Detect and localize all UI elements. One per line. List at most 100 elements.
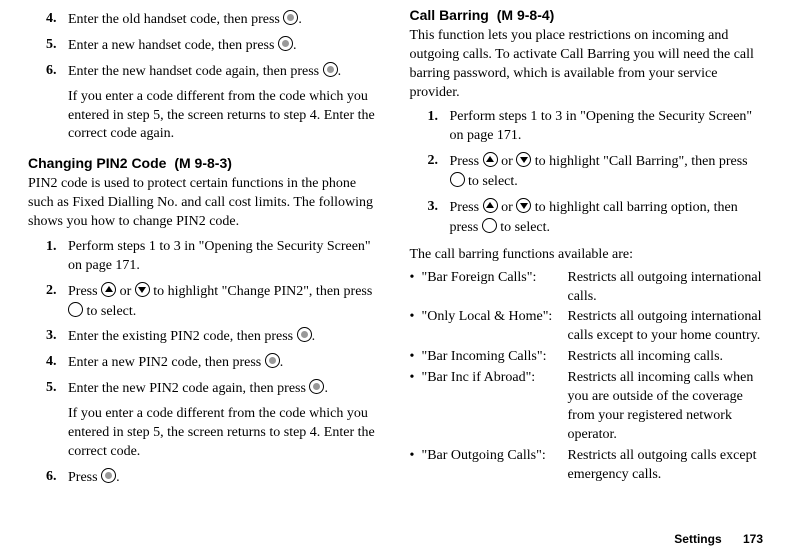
note-code-mismatch: If you enter a code different from the c… — [68, 88, 382, 145]
step-number: 1. — [428, 108, 450, 146]
ok-button-icon — [323, 62, 338, 77]
step-number: 6. — [46, 62, 68, 82]
text: to select. — [468, 174, 518, 189]
right-column: Call Barring (M 9-8-4) This function let… — [410, 4, 764, 490]
footer-section: Settings — [674, 532, 721, 546]
intro-pin2: PIN2 code is used to protect certain fun… — [28, 175, 382, 232]
heading-text: Call Barring — [410, 7, 489, 23]
text: Enter a new PIN2 code, then press — [68, 355, 265, 370]
item-label: "Bar Foreign Calls": — [422, 269, 568, 307]
step-number: 5. — [46, 36, 68, 56]
step-2-highlight-call-barring: 2. Press or to highlight "Call Barring",… — [428, 152, 764, 192]
text: Press — [68, 284, 101, 299]
step-1-open-security: 1. Perform steps 1 to 3 in "Opening the … — [46, 238, 382, 276]
text: Enter the old handset code, then press — [68, 12, 283, 27]
page-footer: Settings 173 — [674, 531, 763, 547]
period: . — [298, 12, 302, 27]
ok-button-icon — [265, 353, 280, 368]
period: . — [116, 470, 120, 485]
item-desc: Restricts all outgoing international cal… — [568, 308, 764, 346]
bullet-dot: • — [410, 269, 422, 307]
bullet-dot: • — [410, 369, 422, 445]
text: to highlight "Call Barring", then press — [535, 154, 748, 169]
down-arrow-icon — [135, 282, 150, 297]
step-number: 2. — [428, 152, 450, 192]
item-label: "Bar Inc if Abroad": — [422, 369, 568, 445]
item-only-local-home: • "Only Local & Home": Restricts all out… — [410, 308, 764, 346]
item-label: "Bar Incoming Calls": — [422, 348, 568, 367]
heading-changing-pin2: Changing PIN2 Code (M 9-8-3) — [28, 154, 382, 173]
bullet-dot: • — [410, 348, 422, 367]
text: or — [501, 154, 516, 169]
step-number: 3. — [428, 198, 450, 238]
text: Press — [450, 200, 483, 215]
item-desc: Restricts all outgoing calls except emer… — [568, 447, 764, 485]
step-number: 1. — [46, 238, 68, 276]
ok-button-icon — [297, 327, 312, 342]
up-arrow-icon — [483, 198, 498, 213]
page: 4. Enter the old handset code, then pres… — [0, 0, 791, 490]
step-number: 5. — [46, 379, 68, 399]
item-desc: Restricts all outgoing international cal… — [568, 269, 764, 307]
note-code-mismatch-2: If you enter a code different from the c… — [68, 405, 382, 462]
period: . — [324, 381, 328, 396]
step-6-new-handset-again: 6. Enter the new handset code again, the… — [46, 62, 382, 82]
step-6-press: 6. Press . — [46, 468, 382, 488]
step-number: 4. — [46, 353, 68, 373]
text: or — [501, 200, 516, 215]
bullet-dot: • — [410, 308, 422, 346]
down-arrow-icon — [516, 198, 531, 213]
heading-call-barring: Call Barring (M 9-8-4) — [410, 6, 764, 25]
intro-call-barring: This function lets you place restriction… — [410, 27, 764, 103]
select-button-icon — [450, 172, 465, 187]
step-number: 6. — [46, 468, 68, 488]
period: . — [280, 355, 284, 370]
footer-page-number: 173 — [743, 532, 763, 546]
step-text: Press or to highlight "Call Barring", th… — [450, 152, 764, 192]
step-text: Perform steps 1 to 3 in "Opening the Sec… — [450, 108, 764, 146]
step-text: Enter a new PIN2 code, then press . — [68, 353, 382, 373]
menu-code: (M 9-8-3) — [174, 155, 232, 171]
select-button-icon — [482, 218, 497, 233]
step-number: 4. — [46, 10, 68, 30]
step-text: Enter the new PIN2 code again, then pres… — [68, 379, 382, 399]
down-arrow-icon — [516, 152, 531, 167]
item-desc: Restricts all incoming calls. — [568, 348, 764, 367]
menu-code: (M 9-8-4) — [497, 7, 555, 23]
item-bar-outgoing: • "Bar Outgoing Calls": Restricts all ou… — [410, 447, 764, 485]
text: Press — [68, 470, 101, 485]
text: Enter the existing PIN2 code, then press — [68, 329, 297, 344]
text: Enter the new PIN2 code again, then pres… — [68, 381, 309, 396]
step-4-old-handset: 4. Enter the old handset code, then pres… — [46, 10, 382, 30]
list-intro: The call barring functions available are… — [410, 246, 764, 265]
step-text: Press or to highlight "Change PIN2", the… — [68, 282, 382, 322]
text: or — [120, 284, 135, 299]
step-text: Press or to highlight call barring optio… — [450, 198, 764, 238]
step-text: Enter the new handset code again, then p… — [68, 62, 382, 82]
text: to select. — [87, 304, 137, 319]
ok-button-icon — [278, 36, 293, 51]
ok-button-icon — [283, 10, 298, 25]
step-text: Enter the existing PIN2 code, then press… — [68, 327, 382, 347]
item-label: "Bar Outgoing Calls": — [422, 447, 568, 485]
ok-button-icon — [309, 379, 324, 394]
select-button-icon — [68, 302, 83, 317]
ok-button-icon — [101, 468, 116, 483]
step-5-enter-new-pin2-again: 5. Enter the new PIN2 code again, then p… — [46, 379, 382, 399]
step-text: Perform steps 1 to 3 in "Opening the Sec… — [68, 238, 382, 276]
period: . — [293, 38, 297, 53]
step-text: Enter the old handset code, then press . — [68, 10, 382, 30]
step-3-enter-existing-pin2: 3. Enter the existing PIN2 code, then pr… — [46, 327, 382, 347]
text: Enter the new handset code again, then p… — [68, 64, 323, 79]
step-5-new-handset: 5. Enter a new handset code, then press … — [46, 36, 382, 56]
item-bar-foreign: • "Bar Foreign Calls": Restricts all out… — [410, 269, 764, 307]
step-text: Press . — [68, 468, 382, 488]
step-text: Enter a new handset code, then press . — [68, 36, 382, 56]
heading-text: Changing PIN2 Code — [28, 155, 166, 171]
text: to highlight "Change PIN2", then press — [153, 284, 372, 299]
up-arrow-icon — [483, 152, 498, 167]
text: Enter a new handset code, then press — [68, 38, 278, 53]
up-arrow-icon — [101, 282, 116, 297]
period: . — [338, 64, 342, 79]
item-label: "Only Local & Home": — [422, 308, 568, 346]
